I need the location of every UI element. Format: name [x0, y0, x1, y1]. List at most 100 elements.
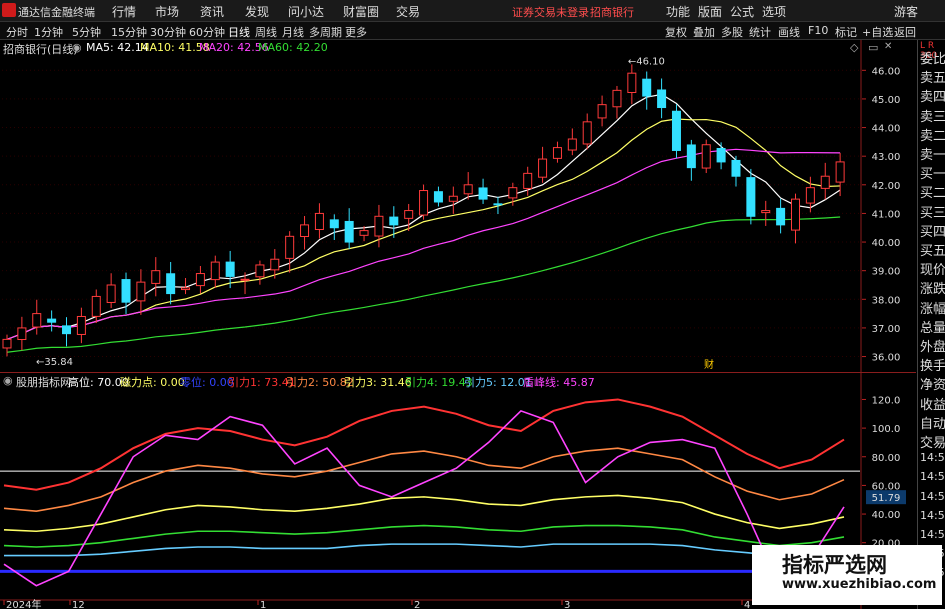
quote-sidebar: L R 300 委比 卖五 卖四 卖三 卖二 卖一 买一 买二 买三 买四 买五 现价 涨跌 涨幅 总量 外盘…	[917, 40, 945, 609]
price-tick-label: 37.00	[872, 324, 901, 335]
sidebar-item[interactable]: 委比	[920, 48, 945, 67]
sidebar-item[interactable]: 卖一	[920, 144, 945, 163]
indicator-info-bar: ◉ 股朋指标网 高位: 70.00 磁力点: 0.00 零位: 0.00 引力1…	[0, 373, 915, 389]
indicator-series-line	[3, 447, 845, 512]
sidebar-item[interactable]: 14:56	[920, 509, 945, 522]
date-tick-label: 2024年	[6, 598, 41, 609]
sidebar-item[interactable]: 卖三	[920, 106, 945, 125]
sidebar-item[interactable]: 买五	[920, 240, 945, 259]
candle-body	[47, 318, 57, 323]
indicator-settings-icon[interactable]: ◉	[3, 374, 13, 387]
indicator-gravity-4: 引力4: 19.43	[405, 376, 473, 389]
chart-canvas[interactable]: 46.00 45.00 44.00 43.00 42.00 41.00 40.00 39.00…	[0, 0, 945, 609]
sidebar-item[interactable]: 卖二	[920, 125, 945, 144]
sidebar-item[interactable]: 涨跌	[920, 278, 945, 297]
candle-body	[151, 270, 161, 284]
candle-body	[552, 147, 562, 159]
sidebar-item[interactable]: 14:56	[920, 490, 945, 503]
candle-body	[314, 212, 324, 231]
candle-body	[270, 258, 280, 271]
candle-body	[612, 89, 622, 108]
candle-body	[2, 338, 12, 349]
candle-body	[716, 148, 726, 163]
indicator-name: 股朋指标网	[16, 376, 71, 389]
candle-body	[790, 198, 800, 231]
candle-body	[91, 295, 101, 317]
indicator-series-line	[3, 398, 845, 491]
sidebar-item[interactable]: 买一	[920, 163, 945, 182]
candle-body	[106, 284, 116, 303]
sidebar-item[interactable]: 买二	[920, 182, 945, 201]
candle-body	[121, 279, 131, 303]
price-tick-label: 44.00	[872, 124, 901, 135]
ma-line-60	[6, 216, 841, 353]
price-tick-label: 41.00	[872, 209, 901, 220]
candle-body	[448, 195, 458, 202]
sidebar-item[interactable]: 现价	[920, 259, 945, 278]
price-tick-label: 42.00	[872, 181, 901, 192]
sidebar-item[interactable]: 14:56	[920, 470, 945, 483]
candle-body	[166, 273, 176, 295]
indicator-tick-label: 80.00	[872, 453, 901, 464]
sidebar-item[interactable]: 净资	[920, 374, 945, 393]
sidebar-item[interactable]: 总量	[920, 317, 945, 336]
candle-body	[300, 224, 310, 238]
sidebar-item[interactable]: 买三	[920, 202, 945, 221]
candle-body	[686, 144, 696, 169]
candle-body	[225, 261, 235, 277]
candle-body	[76, 315, 86, 335]
price-tick-label: 36.00	[872, 353, 901, 364]
candle-body	[627, 72, 637, 93]
candle-body	[195, 273, 205, 287]
sidebar-item[interactable]: 买四	[920, 221, 945, 240]
sidebar-item[interactable]: 14:56	[920, 528, 945, 541]
candle-body	[805, 187, 815, 204]
candle-body	[582, 121, 592, 145]
price-tick-label: 43.00	[872, 152, 901, 163]
indicator-gravity-5: 引力5: 12.01	[464, 376, 532, 389]
candle-body	[597, 104, 607, 119]
candlesticks	[2, 64, 845, 357]
moving-average-lines	[6, 93, 841, 353]
indicator-gravity-3: 引力3: 31.46	[344, 376, 412, 389]
sidebar-item[interactable]: 涨幅	[920, 298, 945, 317]
sidebar-item[interactable]: 交易	[920, 432, 945, 451]
candle-body	[538, 158, 548, 178]
candle-body	[285, 235, 295, 259]
date-tick-label: 1	[260, 600, 266, 609]
zero-level-line	[0, 569, 860, 573]
price-tick-label: 45.00	[872, 95, 901, 106]
candle-body	[344, 220, 354, 243]
sidebar-item[interactable]: 14:56	[920, 451, 945, 464]
sidebar-item[interactable]: 卖四	[920, 86, 945, 105]
sidebar-item[interactable]: 卖五	[920, 67, 945, 86]
candle-body	[419, 190, 429, 216]
date-tick-label: 3	[564, 600, 570, 609]
candle-body	[567, 138, 577, 151]
candle-body	[329, 219, 339, 229]
candle-body	[508, 187, 518, 199]
price-tick-label: 39.00	[872, 267, 901, 278]
sidebar-item[interactable]: 换手	[920, 355, 945, 374]
watermark-badge: 指标严选网 www.xuezhibiao.com	[752, 545, 942, 605]
sidebar-item[interactable]: 自动	[920, 413, 945, 432]
candle-body	[671, 110, 681, 151]
sidebar-item[interactable]: 收益	[920, 394, 945, 413]
candle-body	[701, 144, 711, 169]
candle-body	[761, 210, 771, 214]
candle-body	[493, 203, 503, 206]
indicator-axis: 120.0100.080.0060.0040.0020.00	[862, 395, 901, 550]
watermark-url: www.xuezhibiao.com	[782, 577, 937, 592]
candle-body	[32, 313, 42, 328]
candle-body	[255, 264, 265, 278]
candle-body	[17, 327, 27, 341]
candle-body	[433, 191, 443, 203]
date-axis: 2024年 12 1 2 3 4	[0, 598, 860, 609]
finance-marker: 财	[704, 358, 714, 371]
indicator-zero-level: 零位: 0.00	[180, 376, 234, 389]
price-tick-label: 46.00	[872, 66, 901, 77]
sidebar-item[interactable]: 外盘	[920, 336, 945, 355]
candle-body	[835, 161, 845, 183]
candle-body	[642, 78, 652, 97]
candle-body	[374, 215, 384, 237]
